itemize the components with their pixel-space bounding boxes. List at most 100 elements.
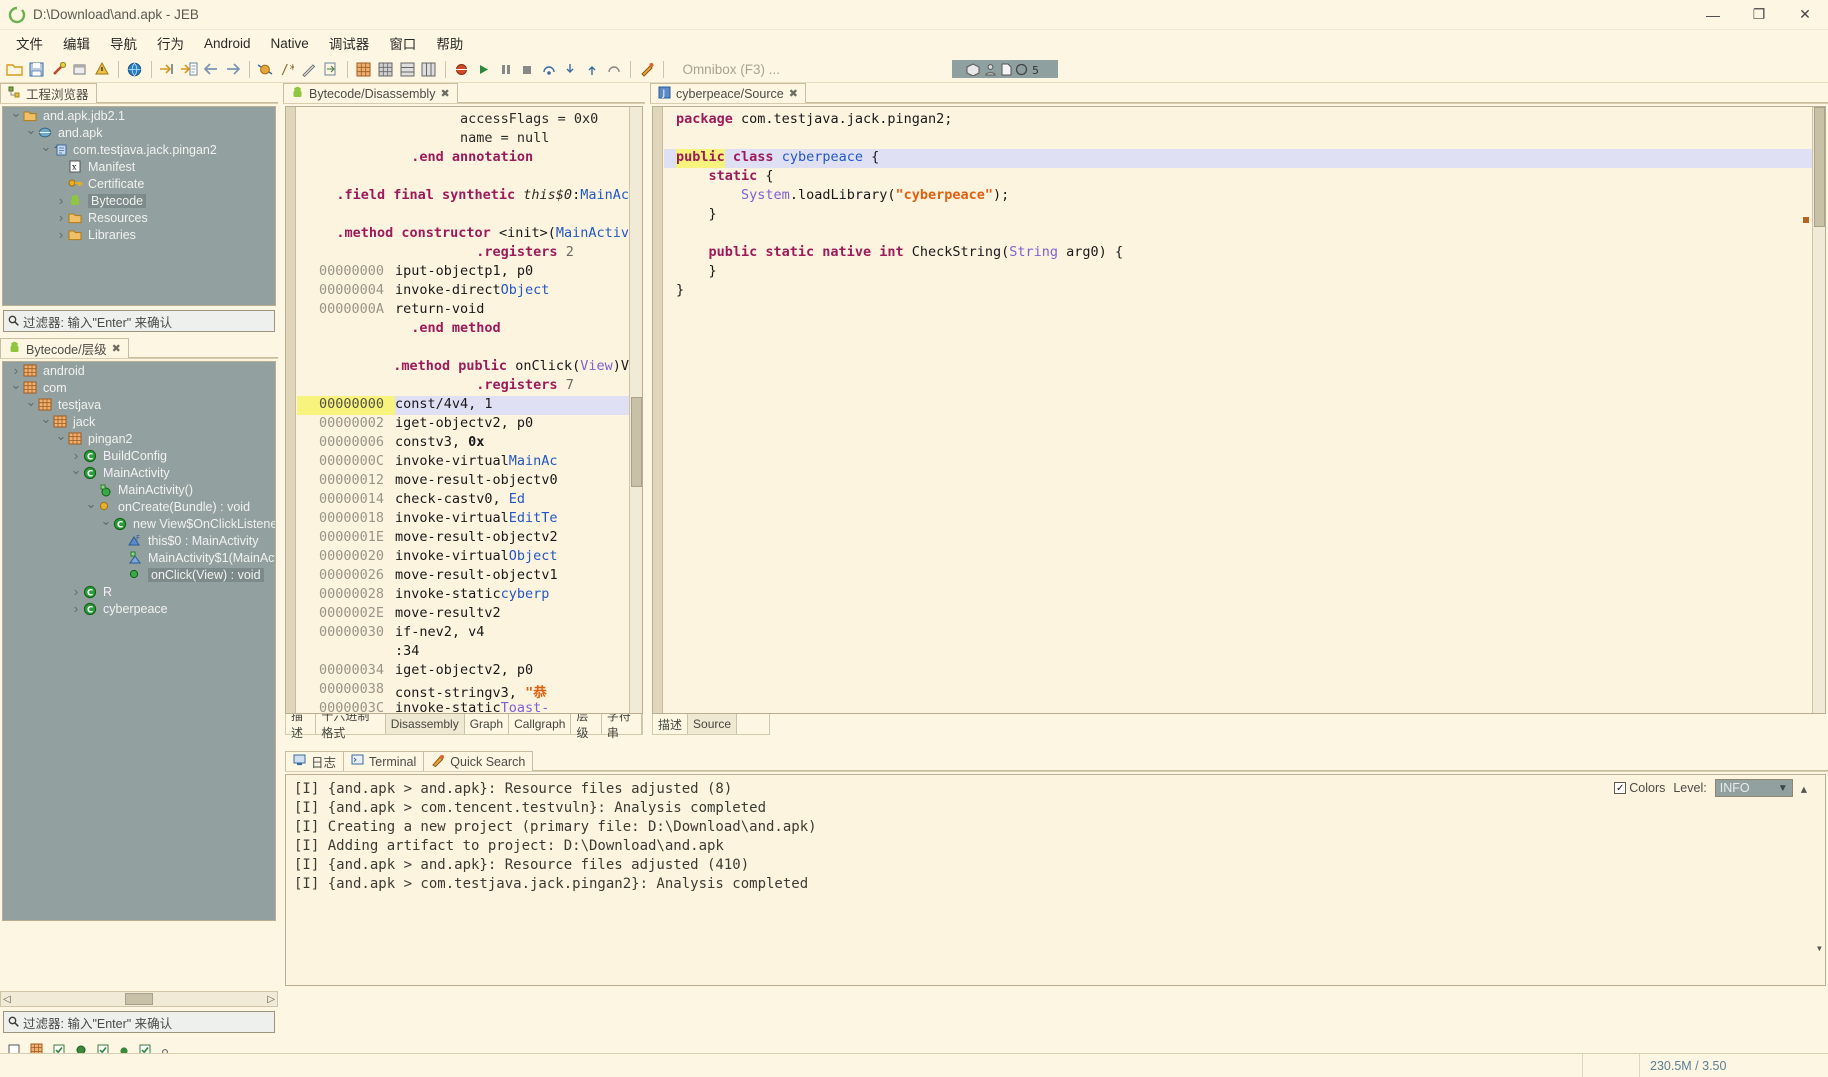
console-log-output[interactable]: [I] {and.apk > and.apk}: Resource files …: [285, 774, 1826, 986]
bytecode-line[interactable]: 00000006 const v3, 0x: [297, 434, 629, 453]
close-icon[interactable]: ✖: [789, 87, 798, 100]
source-code-area[interactable]: package com.testjava.jack.pingan2; public…: [652, 106, 1826, 714]
bytecode-line[interactable]: [297, 168, 629, 187]
export-icon[interactable]: [321, 58, 341, 80]
table-icon[interactable]: [397, 58, 417, 80]
hierarchy-filter[interactable]: 过滤器: 输入"Enter" 来确认: [3, 1011, 275, 1033]
source-line[interactable]: [664, 225, 1812, 244]
chevron-right-icon[interactable]: [69, 448, 83, 463]
bytecode-line[interactable]: 0000000C invoke-virtual MainAc: [297, 453, 629, 472]
chevron-right-icon[interactable]: [9, 363, 23, 378]
grid-icon[interactable]: [354, 58, 374, 80]
tab-bytecode-hierarchy[interactable]: Bytecode/层级 ✖: [0, 338, 129, 358]
bytecode-line[interactable]: 00000020 invoke-virtual Object: [297, 548, 629, 567]
tree-node[interactable]: com.testjava.jack.pingan2: [3, 141, 275, 158]
chevron-down-icon[interactable]: [99, 516, 113, 532]
tab-bytecode-disassembly[interactable]: Bytecode/Disassembly ✖: [283, 83, 458, 103]
step-icon[interactable]: [473, 58, 493, 80]
source-line[interactable]: public static native int CheckString(Str…: [664, 244, 1812, 263]
bytecode-line[interactable]: 00000026 move-result-object v1: [297, 567, 629, 586]
bytecode-view-tab-十六进制格式[interactable]: 十六进制格式: [316, 709, 386, 740]
tree-node[interactable]: Resources: [3, 209, 275, 226]
close-button[interactable]: ✕: [1782, 0, 1828, 30]
tree-node[interactable]: Ccyberpeace: [3, 600, 275, 617]
close-icon[interactable]: ✖: [440, 87, 449, 100]
chevron-down-icon[interactable]: [69, 465, 83, 481]
stat-icon[interactable]: 5: [1031, 63, 1044, 76]
chevron-right-icon[interactable]: [69, 601, 83, 616]
save-icon[interactable]: [27, 58, 47, 80]
bytecode-view-tab-Callgraph[interactable]: Callgraph: [509, 714, 572, 734]
tree-node[interactable]: Cnew View$OnClickListener() {...}: [3, 515, 275, 532]
bytecode-view-tab-层级[interactable]: 层级: [571, 709, 602, 740]
bytecode-view-tab-字符串[interactable]: 字符串: [602, 709, 642, 740]
rename-icon[interactable]: [299, 58, 319, 80]
menu-action[interactable]: 行为: [147, 30, 194, 56]
tree-node[interactable]: and.apk.jdb2.1: [3, 107, 275, 124]
bytecode-line[interactable]: 0000002E move-result v2: [297, 605, 629, 624]
comment-icon[interactable]: /*: [277, 58, 297, 80]
console-tab-日志[interactable]: 日志: [285, 751, 345, 771]
bytecode-line[interactable]: 00000028 invoke-static cyberp: [297, 586, 629, 605]
bytecode-vertical-scrollbar[interactable]: [629, 107, 642, 713]
minimize-button[interactable]: —: [1690, 0, 1736, 30]
chevron-down-icon[interactable]: [54, 431, 68, 447]
tree-node[interactable]: pingan2: [3, 430, 275, 447]
tab-project-explorer[interactable]: 工程浏览器: [0, 83, 97, 103]
package-icon[interactable]: [966, 62, 981, 76]
tree-node[interactable]: android: [3, 362, 275, 379]
tree-node[interactable]: onClick(View) : void: [3, 566, 275, 583]
pause-icon[interactable]: [495, 58, 515, 80]
document-icon[interactable]: [1000, 63, 1012, 76]
source-vertical-scrollbar[interactable]: [1812, 107, 1825, 713]
chevron-down-icon[interactable]: [84, 499, 98, 515]
project-explorer-tree[interactable]: and.apk.jdb2.1 and.apk com.testjava.jack.p…: [2, 106, 276, 306]
bytecode-line[interactable]: .method public onClick(View)V: [297, 358, 629, 377]
level-select[interactable]: INFO ▼: [1714, 779, 1793, 797]
console-tab-quick-search[interactable]: Quick Search: [423, 751, 534, 771]
source-line[interactable]: }: [664, 282, 1812, 301]
chevron-right-icon[interactable]: [54, 227, 68, 242]
bytecode-line[interactable]: 0000001E move-result-object v2: [297, 529, 629, 548]
scroll-up-arrow-icon[interactable]: ▴: [1801, 781, 1807, 796]
source-line[interactable]: package com.testjava.jack.pingan2;: [664, 111, 1812, 130]
bytecode-line[interactable]: :34: [297, 643, 629, 662]
bytecode-view-tab-描述[interactable]: 描述: [286, 709, 317, 740]
menu-edit[interactable]: 编辑: [53, 30, 100, 56]
forward-arrow-icon[interactable]: [223, 58, 243, 80]
tree-node[interactable]: Fthis$0 : MainActivity: [3, 532, 275, 549]
tree-node[interactable]: x Manifest: [3, 158, 275, 175]
chevron-right-icon[interactable]: [54, 210, 68, 225]
source-line[interactable]: }: [664, 263, 1812, 282]
bytecode-hierarchy-tree[interactable]: android com testjava jack pingan2 C BuildConfi…: [2, 361, 276, 921]
bytecode-line[interactable]: [297, 339, 629, 358]
stop-icon[interactable]: [517, 58, 537, 80]
bytecode-line[interactable]: .end method: [297, 320, 629, 339]
colors-checkbox[interactable]: ✓ Colors: [1614, 781, 1665, 795]
wrench-icon[interactable]: [49, 58, 69, 80]
scroll-right-arrow-icon[interactable]: ▷: [267, 994, 275, 1005]
chevron-down-icon[interactable]: [24, 397, 38, 413]
scrollbar-thumb[interactable]: [1814, 107, 1825, 227]
source-view-tab-描述[interactable]: 描述: [653, 714, 689, 734]
omnibox-input[interactable]: Omnibox (F3) ...: [682, 62, 952, 77]
tree-node[interactable]: onCreate(Bundle) : void: [3, 498, 275, 515]
bytecode-line[interactable]: .method constructor <init>(MainActiv: [297, 225, 629, 244]
bytecode-line[interactable]: 00000038 const-string v3, "恭: [297, 681, 629, 701]
menu-native[interactable]: Native: [261, 33, 319, 54]
horizontal-scrollbar[interactable]: ◁ ▷: [0, 991, 278, 1007]
source-line[interactable]: public class cyberpeace {: [664, 149, 1812, 168]
chevron-down-icon[interactable]: [9, 380, 23, 396]
bytecode-line[interactable]: .end annotation: [297, 149, 629, 168]
menu-help[interactable]: 帮助: [426, 30, 473, 56]
tree-node[interactable]: MainActivity(): [3, 481, 275, 498]
bytecode-line[interactable]: 00000000 const/4 v4, 1: [297, 396, 629, 415]
window-icon[interactable]: [70, 58, 90, 80]
scroll-left-arrow-icon[interactable]: ◁: [3, 994, 11, 1005]
bytecode-view-tab-Disassembly[interactable]: Disassembly: [385, 714, 465, 734]
bytecode-line[interactable]: .registers 7: [297, 377, 629, 396]
bytecode-line[interactable]: 00000014 check-cast v0, Ed: [297, 491, 629, 510]
source-line[interactable]: }: [664, 206, 1812, 225]
bytecode-code-area[interactable]: accessFlags = 0x0 name = null .end annot…: [285, 106, 643, 714]
users-icon[interactable]: [984, 63, 997, 76]
